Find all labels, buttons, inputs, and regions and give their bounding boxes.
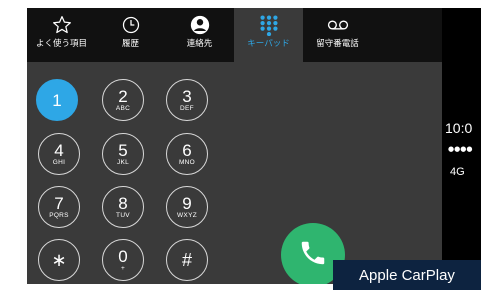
key-digit: 2 bbox=[118, 86, 128, 106]
phone-icon bbox=[298, 238, 328, 272]
star-icon bbox=[50, 14, 74, 36]
key-8[interactable]: 8 TUV bbox=[102, 186, 144, 228]
key-3[interactable]: 3 DEF bbox=[166, 79, 208, 121]
key-letters: PQRS bbox=[49, 211, 69, 219]
tab-favorites[interactable]: よく使う項目 bbox=[27, 8, 96, 62]
key-letters: ABC bbox=[115, 104, 131, 112]
tab-label: 連絡先 bbox=[186, 39, 213, 49]
key-letters: JKL bbox=[116, 158, 130, 166]
contact-icon bbox=[188, 14, 212, 36]
key-1[interactable]: 1 bbox=[36, 79, 78, 121]
tab-label: よく使う項目 bbox=[35, 39, 87, 49]
apple-carplay-badge: Apple CarPlay bbox=[333, 260, 481, 290]
tab-contacts[interactable]: 連絡先 bbox=[165, 8, 234, 62]
key-6[interactable]: 6 MNO bbox=[166, 133, 208, 175]
tab-voicemail[interactable]: 留守番電話 bbox=[303, 8, 372, 62]
key-star[interactable]: ∗ bbox=[38, 239, 80, 281]
key-letters: MNO bbox=[178, 158, 196, 166]
carplay-screen: よく使う項目 履歴 連絡先 キーパッド 留守番電話 1 2 ABC 3 DEF … bbox=[27, 8, 481, 284]
key-digit: 1 bbox=[52, 90, 62, 110]
key-digit: 5 bbox=[118, 140, 128, 160]
tab-label: 履歴 bbox=[121, 39, 139, 49]
tab-bar: よく使う項目 履歴 連絡先 キーパッド 留守番電話 bbox=[27, 8, 442, 62]
key-2[interactable]: 2 ABC bbox=[102, 79, 144, 121]
tab-recents[interactable]: 履歴 bbox=[96, 8, 165, 62]
key-0[interactable]: 0 + bbox=[102, 239, 144, 281]
status-time: 10:0 bbox=[445, 120, 473, 136]
key-digit: 4 bbox=[54, 140, 64, 160]
tab-label: 留守番電話 bbox=[316, 39, 359, 49]
key-5[interactable]: 5 JKL bbox=[102, 133, 144, 175]
voicemail-icon bbox=[326, 14, 350, 36]
tab-keypad[interactable]: キーパッド bbox=[234, 8, 303, 62]
key-letters: DEF bbox=[180, 104, 194, 112]
key-letters: TUV bbox=[116, 211, 130, 219]
key-9[interactable]: 9 WXYZ bbox=[166, 186, 208, 228]
network-type: 4G bbox=[450, 166, 465, 178]
key-digit: ∗ bbox=[51, 250, 67, 270]
key-digit: 0 bbox=[118, 246, 128, 266]
key-letters: GHI bbox=[52, 158, 66, 166]
key-digit: 9 bbox=[182, 193, 192, 213]
key-7[interactable]: 7 PQRS bbox=[38, 186, 80, 228]
status-bar: 10:0 ●●●● 4G bbox=[442, 8, 481, 284]
key-letters: WXYZ bbox=[177, 211, 197, 219]
key-digit: # bbox=[181, 250, 192, 270]
key-4[interactable]: 4 GHI bbox=[38, 133, 80, 175]
clock-icon bbox=[119, 14, 143, 36]
signal-dots: ●●●● bbox=[448, 145, 473, 153]
key-digit: 7 bbox=[54, 193, 64, 213]
key-hash[interactable]: # bbox=[166, 239, 208, 281]
key-digit: 6 bbox=[182, 140, 192, 160]
key-letters: + bbox=[120, 264, 126, 272]
key-digit: 8 bbox=[118, 193, 128, 213]
badge-text: Apple CarPlay bbox=[359, 266, 455, 284]
tab-label: キーパッド bbox=[247, 39, 290, 49]
key-digit: 3 bbox=[182, 86, 192, 106]
keypad-icon bbox=[257, 14, 281, 36]
